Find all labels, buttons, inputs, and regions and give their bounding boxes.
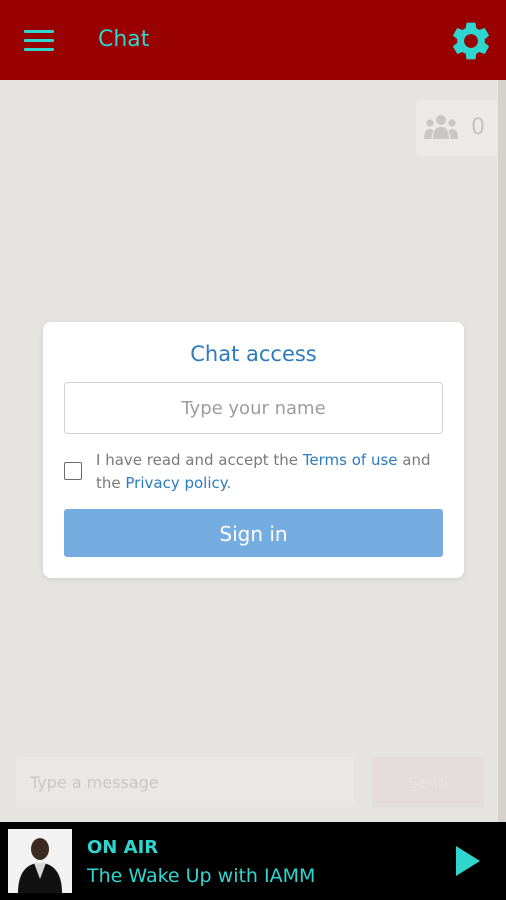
page-title: Chat [98,27,150,52]
name-input[interactable] [64,382,443,434]
now-playing-bar: ON AIR The Wake Up with IAMM [0,822,506,900]
hamburger-menu-icon[interactable] [22,24,58,56]
sign-in-button[interactable]: Sign in [64,509,443,557]
terms-of-use-link[interactable]: Terms of use [303,451,398,469]
gear-icon[interactable] [448,18,494,64]
terms-text: I have read and accept the Terms of use … [96,449,446,495]
message-input[interactable] [16,757,354,807]
on-air-label: ON AIR [87,837,159,858]
album-art [8,829,72,893]
terms-suffix: . [226,474,232,492]
send-button[interactable]: Send [372,757,484,807]
scrollbar[interactable] [498,80,506,822]
chat-access-dialog: Chat access I have read and accept the T… [43,322,464,578]
terms-prefix: I have read and accept the [96,451,303,469]
play-icon[interactable] [452,844,484,878]
online-users-count: 0 [471,115,485,140]
privacy-policy-link[interactable]: Privacy policy [125,474,226,492]
dialog-title: Chat access [190,342,317,366]
online-users-badge: 0 [416,100,498,156]
track-title: The Wake Up with IAMM [87,865,316,887]
users-group-icon [424,115,458,139]
accept-terms-checkbox[interactable] [64,462,82,480]
top-app-bar: Chat [0,0,506,80]
